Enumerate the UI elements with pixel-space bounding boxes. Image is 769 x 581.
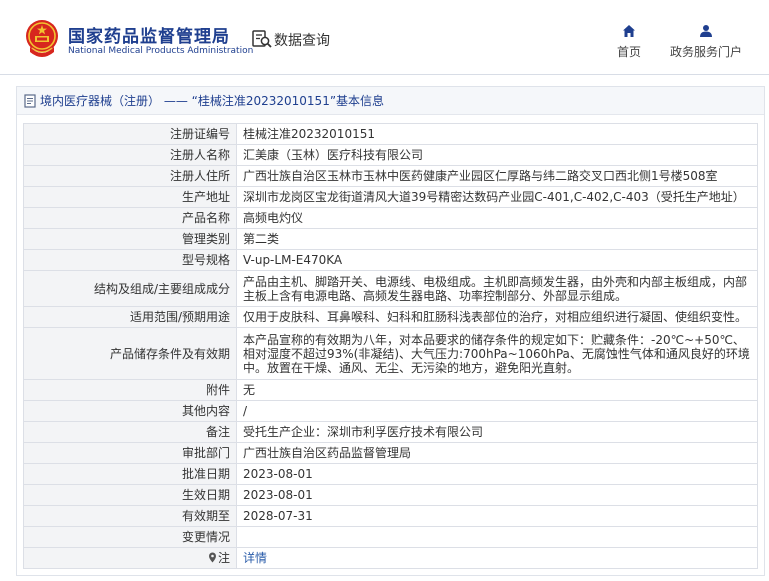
- row-value: 2028-07-31: [236, 505, 758, 527]
- table-row: 产品储存条件及有效期 本产品宣称的有效期为八年，对本品要求的储存条件的规定如下：…: [23, 327, 758, 380]
- row-label: 有效期至: [23, 505, 237, 527]
- row-value: 2023-08-01: [236, 463, 758, 485]
- table-row: 生效日期 2023-08-01: [23, 484, 758, 506]
- table-row: 生产地址 深圳市龙岗区宝龙街道清风大道39号精密达数码产业园C-401,C-40…: [23, 186, 758, 208]
- row-label: 产品储存条件及有效期: [23, 327, 237, 380]
- row-value: V-up-LM-E470KA: [236, 249, 758, 271]
- panel-title-bar: 境内医疗器械（注册） —— “桂械注准20232010151”基本信息: [17, 87, 764, 115]
- info-table: 注册证编号 桂械注准20232010151 注册人名称 汇美康（玉林）医疗科技有…: [23, 123, 758, 569]
- nav-service-portal[interactable]: 政务服务门户: [666, 24, 746, 64]
- row-label: 适用范围/预期用途: [23, 306, 237, 328]
- note-label-cell: 注: [23, 547, 237, 569]
- row-label: 结构及组成/主要组成成分: [23, 270, 237, 307]
- table-row: 备注 受托生产企业：深圳市利孚医疗技术有限公司: [23, 421, 758, 443]
- row-value: 本产品宣称的有效期为八年，对本品要求的储存条件的规定如下：贮藏条件：-20℃~+…: [236, 327, 758, 380]
- row-value: 第二类: [236, 228, 758, 250]
- row-label: 其他内容: [23, 400, 237, 422]
- row-label: 产品名称: [23, 207, 237, 229]
- row-value-cell: 详情: [236, 547, 758, 569]
- table-row: 注册人名称 汇美康（玉林）医疗科技有限公司: [23, 144, 758, 166]
- table-row: 注 详情: [23, 547, 758, 569]
- table-row: 有效期至 2028-07-31: [23, 505, 758, 527]
- row-value: 深圳市龙岗区宝龙街道清风大道39号精密达数码产业园C-401,C-402,C-4…: [236, 186, 758, 208]
- brand-name-en: National Medical Products Administration: [68, 46, 254, 56]
- table-row: 审批部门 广西壮族自治区药品监督管理局: [23, 442, 758, 464]
- row-label: 注: [217, 551, 230, 565]
- row-label: 生产地址: [23, 186, 237, 208]
- row-value: [236, 526, 758, 548]
- home-icon: [623, 25, 635, 37]
- row-value: 桂械注准20232010151: [236, 123, 758, 145]
- panel-title: 境内医疗器械（注册） —— “桂械注准20232010151”基本信息: [40, 94, 385, 108]
- brand-name-cn: 国家药品监督管理局: [68, 27, 230, 47]
- row-label: 注册证编号: [23, 123, 237, 145]
- data-query-icon: [252, 30, 272, 48]
- row-value: 广西壮族自治区药品监督管理局: [236, 442, 758, 464]
- nav-service-label: 政务服务门户: [669, 45, 742, 59]
- site-header: 国家药品监督管理局 National Medical Products Admi…: [0, 0, 769, 75]
- row-label: 管理类别: [23, 228, 237, 250]
- row-label: 注册人住所: [23, 165, 237, 187]
- document-icon: [24, 93, 36, 108]
- user-service-icon: [700, 25, 712, 37]
- device-info-panel: 境内医疗器械（注册） —— “桂械注准20232010151”基本信息 注册证编…: [16, 86, 765, 576]
- row-value: 广西壮族自治区玉林市玉林中医药健康产业园区仁厚路与纬二路交叉口西北侧1号楼508…: [236, 165, 758, 187]
- table-row: 其他内容 /: [23, 400, 758, 422]
- row-label: 生效日期: [23, 484, 237, 506]
- data-query-label[interactable]: 数据查询: [274, 30, 330, 50]
- row-value: 汇美康（玉林）医疗科技有限公司: [236, 144, 758, 166]
- row-label: 注册人名称: [23, 144, 237, 166]
- row-value: 产品由主机、脚踏开关、电源线、电极组成。主机即高频发生器，由外壳和内部主板组成，…: [236, 270, 758, 307]
- table-row: 结构及组成/主要组成成分 产品由主机、脚踏开关、电源线、电极组成。主机即高频发生…: [23, 270, 758, 307]
- row-label: 审批部门: [23, 442, 237, 464]
- nav-home[interactable]: 首页: [606, 24, 652, 64]
- row-label: 附件: [23, 379, 237, 401]
- row-label: 批准日期: [23, 463, 237, 485]
- table-row: 产品名称 高频电灼仪: [23, 207, 758, 229]
- pin-icon: [208, 552, 216, 563]
- row-value: 高频电灼仪: [236, 207, 758, 229]
- row-value: 受托生产企业：深圳市利孚医疗技术有限公司: [236, 421, 758, 443]
- table-row: 批准日期 2023-08-01: [23, 463, 758, 485]
- nav-home-label: 首页: [616, 45, 641, 59]
- row-label: 型号规格: [23, 249, 237, 271]
- national-emblem-icon: [26, 20, 58, 57]
- table-row: 适用范围/预期用途 仅用于皮肤科、耳鼻喉科、妇科和肛肠科浅表部位的治疗，对相应组…: [23, 306, 758, 328]
- table-row: 附件 无: [23, 379, 758, 401]
- row-value: 2023-08-01: [236, 484, 758, 506]
- table-row: 型号规格 V-up-LM-E470KA: [23, 249, 758, 271]
- row-value: 无: [236, 379, 758, 401]
- table-row: 注册人住所 广西壮族自治区玉林市玉林中医药健康产业园区仁厚路与纬二路交叉口西北侧…: [23, 165, 758, 187]
- row-label: 备注: [23, 421, 237, 443]
- table-row: 管理类别 第二类: [23, 228, 758, 250]
- detail-link[interactable]: 详情: [243, 551, 267, 565]
- row-label: 变更情况: [23, 526, 237, 548]
- table-row: 变更情况: [23, 526, 758, 548]
- table-row: 注册证编号 桂械注准20232010151: [23, 123, 758, 145]
- row-value: /: [236, 400, 758, 422]
- row-value: 仅用于皮肤科、耳鼻喉科、妇科和肛肠科浅表部位的治疗，对相应组织进行凝固、使组织变…: [236, 306, 758, 328]
